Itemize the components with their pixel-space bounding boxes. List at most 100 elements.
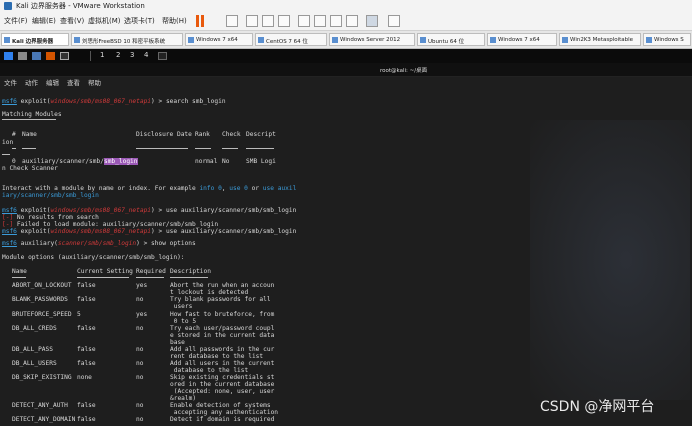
opt-col-required: Required [136, 268, 166, 275]
terminal-output[interactable]: msf6 exploit(windows/smb/ms08_067_netapi… [0, 88, 692, 426]
active-window-icon[interactable] [158, 52, 167, 60]
underline [77, 277, 129, 278]
files-icon[interactable] [32, 52, 41, 60]
opt-current: none [77, 374, 92, 381]
snapshot-manager-icon[interactable] [278, 15, 290, 27]
browser-icon[interactable] [46, 52, 55, 60]
result-rank: normal [195, 158, 218, 165]
vm-icon [490, 37, 496, 43]
underline [12, 148, 16, 149]
window-title: Kali 边界服务器 - VMware Workstation [16, 2, 145, 10]
tab-freebsd[interactable]: 刘思彤FreeBSD 10 和密平板系统 [71, 33, 183, 46]
pause-icon[interactable] [196, 15, 206, 27]
opt-required: no [136, 416, 144, 423]
terminal-menu: 文件 动作 编辑 查看 帮助 [0, 77, 109, 87]
kali-menu-icon[interactable] [4, 52, 13, 60]
underline [170, 277, 208, 278]
underline [222, 148, 238, 149]
desktop-icon[interactable] [18, 52, 27, 60]
opt-col-name: Name [12, 268, 27, 275]
opt-name: DB_SKIP_EXISTING [12, 374, 72, 381]
menu-view[interactable]: 查看(V) [60, 16, 84, 26]
menubar: 文件(F) 编辑(E) 查看(V) 虚拟机(M) 选项卡(T) 帮助(H) [0, 12, 692, 31]
opt-required: no [136, 346, 144, 353]
term-menu-view[interactable]: 查看 [67, 79, 80, 87]
vm-icon [188, 37, 194, 43]
menu-tabs[interactable]: 选项卡(T) [124, 16, 155, 26]
underline [12, 277, 26, 278]
workspace-4[interactable]: 4 [144, 51, 148, 59]
result-desc: SMB Logi [246, 158, 276, 165]
cmd-use-line-2: msf6 exploit(windows/smb/ms08_067_netapi… [2, 228, 297, 235]
vmware-logo-icon [4, 2, 12, 10]
view-split-icon[interactable] [314, 15, 326, 27]
fullscreen-icon[interactable] [330, 15, 342, 27]
opt-current: false [77, 360, 96, 367]
unity-icon[interactable] [346, 15, 358, 27]
opt-required: no [136, 325, 144, 332]
underline [136, 148, 188, 149]
tab-winserver2012[interactable]: Windows Server 2012 [329, 33, 415, 46]
opt-required: no [136, 360, 144, 367]
tab-win7-2[interactable]: Windows 7 x64 [487, 33, 557, 46]
opt-name: DB_ALL_PASS [12, 346, 53, 353]
opt-current: false [77, 296, 96, 303]
tab-ubuntu[interactable]: Ubuntu 64 位 [417, 33, 485, 46]
workspace-3[interactable]: 3 [130, 51, 134, 59]
col-name: Name [22, 131, 37, 138]
opt-name: DB_ALL_CREDS [12, 325, 57, 332]
workspace-1[interactable]: 1 [100, 51, 104, 59]
term-menu-help[interactable]: 帮助 [88, 79, 101, 87]
opt-desc: Detect if domain is required [170, 416, 275, 423]
menu-help[interactable]: 帮助(H) [162, 16, 187, 26]
term-menu-actions[interactable]: 动作 [25, 79, 38, 87]
terminal-window-title: root@kali: ~/桌面 [380, 68, 428, 74]
opt-current: 5 [77, 311, 81, 318]
underline [195, 148, 211, 149]
tab-kali[interactable]: Kali 边界服务器 [1, 33, 69, 46]
send-ctrl-alt-del-icon[interactable] [226, 15, 238, 27]
snapshot-icon[interactable] [246, 15, 258, 27]
opt-current: false [77, 282, 96, 289]
underline [2, 119, 56, 120]
tab-win2k3[interactable]: Win2K3 Metasploitable [559, 33, 641, 46]
vm-tabs: Kali 边界服务器 刘思彤FreeBSD 10 和密平板系统 Windows … [0, 31, 692, 49]
term-menu-edit[interactable]: 编辑 [46, 79, 59, 87]
col-descript: Descript [246, 131, 276, 138]
matching-modules-heading: Matching Modules [2, 111, 62, 118]
term-menu-file[interactable]: 文件 [4, 79, 17, 87]
menu-edit[interactable]: 编辑(E) [32, 16, 56, 26]
opt-current: false [77, 402, 96, 409]
view-library-icon[interactable] [298, 15, 310, 27]
col-num: # [12, 131, 16, 138]
opt-required: no [136, 402, 144, 409]
tab-centos[interactable]: CentOS 7 64 位 [255, 33, 327, 46]
opt-required: no [136, 374, 144, 381]
cmd-use-line-1: msf6 exploit(windows/smb/ms08_067_netapi… [2, 207, 297, 214]
tab-win7-1[interactable]: Windows 7 x64 [185, 33, 253, 46]
opt-required: yes [136, 282, 148, 289]
opt-name: DB_ALL_USERS [12, 360, 57, 367]
workspace-2[interactable]: 2 [116, 51, 120, 59]
opt-current: false [77, 416, 96, 423]
module-options-heading: Module options (auxiliary/scanner/smb/sm… [2, 254, 185, 261]
vm-icon [646, 37, 652, 43]
terminal-icon[interactable] [60, 52, 69, 60]
tab-winserver[interactable]: Windows S [643, 33, 691, 46]
menu-file[interactable]: 文件(F) [4, 16, 28, 26]
console-view-icon[interactable] [366, 15, 378, 27]
col-date: Disclosure Date [136, 131, 192, 138]
cmd-search-line: msf6 exploit(windows/smb/ms08_067_netapi… [2, 98, 226, 105]
opt-name: DETECT_ANY_AUTH [12, 402, 68, 409]
opt-name: BLANK_PASSWORDS [12, 296, 68, 303]
revert-snapshot-icon[interactable] [262, 15, 274, 27]
vm-icon [258, 37, 264, 43]
opt-desc: Add all passwords in the cur rent databas… [170, 346, 275, 360]
menu-vm[interactable]: 虚拟机(M) [88, 16, 121, 26]
opt-name: BRUTEFORCE_SPEED [12, 311, 72, 318]
stretch-guest-icon[interactable] [388, 15, 400, 27]
underline [22, 148, 36, 149]
result-check: No [222, 158, 230, 165]
col-ion: ion [2, 139, 14, 146]
underline [2, 154, 10, 155]
